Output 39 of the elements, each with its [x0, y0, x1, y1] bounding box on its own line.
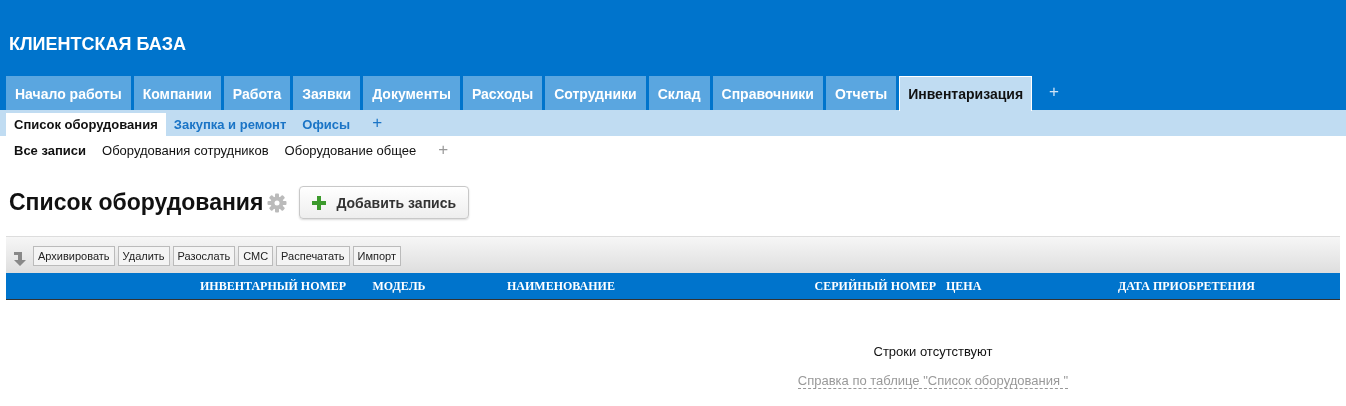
nav-tab[interactable]: Работа	[223, 76, 291, 110]
nav-tab[interactable]: Начало работы	[6, 76, 131, 110]
nav-tab[interactable]: Инвентаризация	[899, 76, 1033, 111]
column-header: ИНВЕНТАРНЫЙ НОМЕР	[200, 278, 348, 294]
nav-tab[interactable]: Сотрудники	[545, 76, 646, 110]
nav-tab[interactable]: Справочники	[712, 76, 823, 110]
add-record-button[interactable]: Добавить запись	[299, 186, 470, 219]
column-header: ЦЕНА	[945, 278, 983, 294]
add-subtab-button[interactable]: +	[358, 113, 397, 133]
nav-tab[interactable]: Расходы	[462, 76, 543, 110]
add-tab-button[interactable]: +	[1035, 82, 1074, 102]
nav-tab[interactable]: Документы	[363, 76, 460, 110]
column-header: МОДЕЛЬ	[371, 278, 427, 294]
help-link[interactable]: Справка по таблице "Список оборудования "	[797, 373, 1069, 389]
nav-tab[interactable]: Компании	[133, 76, 221, 110]
toolbar-button[interactable]: Разослать	[172, 246, 236, 266]
filter-link[interactable]: Оборудование общее	[276, 142, 425, 158]
plus-icon	[312, 195, 327, 210]
toolbar-button[interactable]: Удалить	[117, 246, 170, 266]
sub-tab[interactable]: Офисы	[294, 113, 359, 136]
nav-tab[interactable]: Отчеты	[825, 76, 897, 110]
sub-tab[interactable]: Список оборудования	[6, 113, 166, 136]
toolbar-button[interactable]: Импорт	[352, 246, 402, 266]
toolbar-button[interactable]: Распечатать	[276, 246, 350, 266]
add-filter-button[interactable]: +	[424, 140, 463, 160]
toolbar-button[interactable]: СМС	[238, 246, 274, 266]
page-title: Список оборудования	[9, 189, 264, 216]
nav-tab[interactable]: Склад	[648, 76, 710, 110]
column-header: НАИМЕНОВАНИЕ	[506, 278, 616, 294]
empty-message: Строки отсутствуют	[873, 344, 993, 359]
filter-link[interactable]: Все записи	[6, 142, 95, 158]
arrow-down-icon[interactable]	[14, 252, 26, 266]
column-header: СЕРИЙНЫЙ НОМЕР	[813, 278, 937, 294]
column-header: ДАТА ПРИОБРЕТЕНИЯ	[1118, 278, 1256, 294]
nav-tab[interactable]: Заявки	[293, 76, 361, 110]
sub-tab[interactable]: Закупка и ремонт	[165, 113, 295, 136]
app-title: КЛИЕНТСКАЯ БАЗА	[8, 33, 187, 56]
filter-link[interactable]: Оборудования сотрудников	[94, 142, 277, 158]
toolbar-button[interactable]: Архивировать	[33, 246, 115, 266]
